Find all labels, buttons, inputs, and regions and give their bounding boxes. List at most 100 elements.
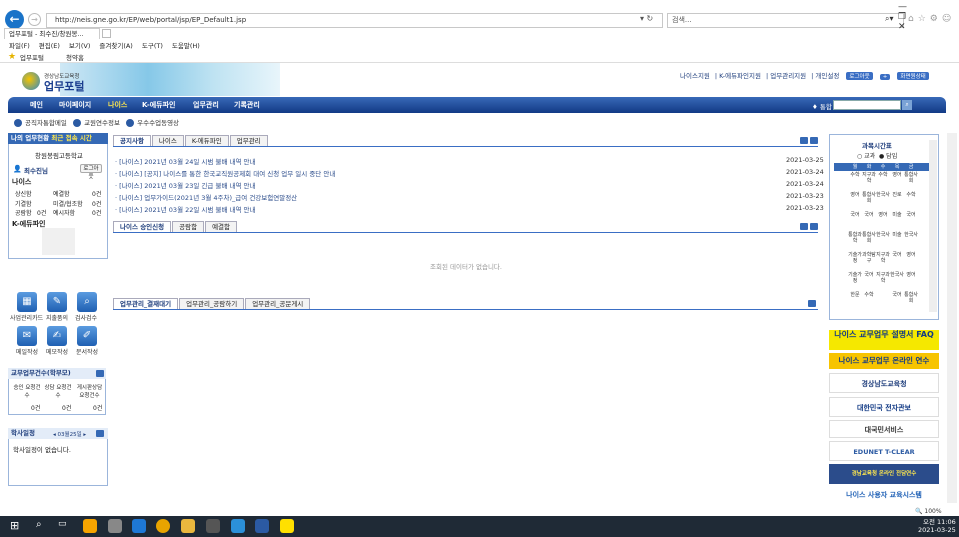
start-icon[interactable]: ⊞ xyxy=(10,519,24,533)
link-work-support[interactable]: 업무관리지원 xyxy=(770,72,806,80)
more-icon[interactable] xyxy=(808,300,816,307)
banner-gazette[interactable]: 대한민국 전자관보 xyxy=(829,397,939,417)
stat-label[interactable]: 예결함 xyxy=(53,189,70,198)
work-val[interactable]: 0건 xyxy=(31,403,40,412)
system-clock[interactable]: 오전 11:06 2021-03-25 xyxy=(918,518,956,534)
logout-small-button[interactable]: 로그아웃 xyxy=(80,164,102,180)
link-kedu-support[interactable]: K-에듀파인지원 xyxy=(719,72,761,80)
page-scrollbar[interactable] xyxy=(947,133,957,503)
tab-board-wait[interactable]: 업무관리_결재대기 xyxy=(113,298,179,309)
menu-file[interactable]: 파일(F) xyxy=(9,42,30,50)
banner-edunet[interactable]: EDUNET T-CLEAR xyxy=(829,441,939,461)
menu-edit[interactable]: 편집(E) xyxy=(39,42,60,50)
mail-write-icon[interactable]: ✉ xyxy=(17,326,37,346)
doc-write-icon[interactable]: ✐ xyxy=(77,326,97,346)
project-card-icon[interactable]: ▦ xyxy=(17,292,37,312)
logo-title[interactable]: 업무포털 xyxy=(44,78,84,94)
search-input[interactable]: 검색... xyxy=(667,13,904,28)
notice-item[interactable]: · [나이스] 2021년 03월 24일 시범 불배 내역 안내 xyxy=(115,156,255,166)
app-icon[interactable] xyxy=(108,519,122,533)
back-arrow-icon[interactable]: ← xyxy=(5,10,24,29)
menu-view[interactable]: 보기(V) xyxy=(69,42,90,50)
refresh-icon[interactable]: ▾ ↻ xyxy=(640,14,653,23)
expense-icon[interactable]: ✎ xyxy=(47,292,67,312)
more-icon[interactable] xyxy=(96,370,104,377)
stat-label[interactable]: 기결함 xyxy=(15,199,32,208)
banner-gne[interactable]: 경상남도교육청 xyxy=(829,373,939,393)
gnb-neis[interactable]: 나이스 xyxy=(108,100,127,110)
reset-layout-button[interactable]: 화면원상태 xyxy=(897,72,929,80)
home-star-gear-icons[interactable]: ⌂☆⚙☺ xyxy=(908,14,955,24)
banner-neis-training[interactable]: 나이스 교무업무 온라인 연수 xyxy=(829,353,939,369)
stat-label[interactable]: 미결/협조함 xyxy=(53,199,83,208)
menu-tools[interactable]: 도구(T) xyxy=(142,42,163,50)
tab-board-post[interactable]: 업무관리_공문게시 xyxy=(245,298,311,309)
notice-item[interactable]: · [나이스] 업무가이드(2021년 3월 4주차)_급여 건강보험연말정산 xyxy=(115,192,297,202)
gnb-work[interactable]: 업무관리 xyxy=(193,100,219,110)
gnb-main[interactable]: 메인 xyxy=(30,100,43,110)
banner-neis-edu[interactable]: 나이스 사용자 교육시스템 xyxy=(829,489,939,501)
fav-link-home[interactable]: 청약홈 xyxy=(66,52,84,62)
quick-video[interactable]: 우수수업동영상 xyxy=(137,119,179,127)
expense-label[interactable]: 지출품의 xyxy=(46,313,68,322)
banner-public-service[interactable]: 대국민서비스 xyxy=(829,420,939,438)
plus-button[interactable]: + xyxy=(879,74,891,80)
schedule-date[interactable]: ◂ 03월25일 ▸ xyxy=(53,430,86,438)
app-icon[interactable] xyxy=(83,519,97,533)
more-icon[interactable] xyxy=(810,223,818,230)
stat-label[interactable]: 공람함 xyxy=(15,208,32,217)
link-settings[interactable]: 개인설정 xyxy=(815,72,839,80)
gnb-records[interactable]: 기록관리 xyxy=(234,100,260,110)
chrome-icon[interactable] xyxy=(156,519,170,533)
logout-button[interactable]: 로그아웃 xyxy=(846,72,873,80)
inspection-icon[interactable]: ⌕ xyxy=(77,292,97,312)
tab-gongram[interactable]: 공람함 xyxy=(172,221,205,232)
work-val[interactable]: 0건 xyxy=(62,403,71,412)
tab-notice[interactable]: 공지사항 xyxy=(113,135,151,146)
tab-work[interactable]: 업무관리 xyxy=(229,135,268,146)
menu-favorites[interactable]: 즐겨찾기(A) xyxy=(99,42,132,50)
kakaotalk-icon[interactable] xyxy=(280,519,294,533)
search-icon[interactable]: ⌕▾ xyxy=(885,14,894,24)
stat-label[interactable]: 예시자함 xyxy=(53,208,75,217)
notice-item[interactable]: · [나이스] [공지] 나이스를 통한 한국교직원공제회 대여 신청 업무 일… xyxy=(115,168,335,178)
gnb-mypage[interactable]: 마이페이지 xyxy=(59,100,91,110)
timetable-scrollbar[interactable] xyxy=(929,140,937,312)
memo-write-label[interactable]: 메모작성 xyxy=(46,347,68,356)
forward-arrow-icon[interactable]: → xyxy=(28,13,41,26)
zoom-level[interactable]: 🔍 100% xyxy=(915,508,942,515)
favorites-star-icon[interactable]: ★ xyxy=(8,52,16,62)
more-icon[interactable] xyxy=(800,137,808,144)
banner-online-training[interactable]: 경남교육청 온라인 전담연수 xyxy=(829,464,939,484)
notice-item[interactable]: · [나이스] 2021년 03월 22일 시범 불배 내역 안내 xyxy=(115,204,255,214)
project-card-label[interactable]: 사업관리카드 xyxy=(10,313,43,322)
tab-neis[interactable]: 나이스 xyxy=(151,135,184,146)
more-icon[interactable] xyxy=(810,137,818,144)
tab-board-gongram[interactable]: 업무관리_공람하기 xyxy=(179,298,245,309)
mail-write-label[interactable]: 메일작성 xyxy=(16,347,38,356)
app-icon[interactable] xyxy=(231,519,245,533)
gnb-search-icon[interactable]: ⌕ xyxy=(902,100,912,110)
banner-neis-manual[interactable]: 나이스 교무업무 설명서 FAQ xyxy=(829,330,939,350)
edge-icon[interactable] xyxy=(132,519,146,533)
memo-write-icon[interactable]: ✍ xyxy=(47,326,67,346)
work-val[interactable]: 0건 xyxy=(93,403,102,412)
address-bar[interactable]: http://neis.gne.go.kr/EP/web/portal/jsp/… xyxy=(46,13,663,28)
fav-link-portal[interactable]: 업무포털 xyxy=(20,52,44,62)
stat-label[interactable]: 상신함 xyxy=(15,189,32,198)
browser-tab[interactable]: 업무포털 - 최수진/창원봉... xyxy=(4,28,100,39)
search-icon[interactable]: ⌕ xyxy=(36,519,50,533)
doc-write-label[interactable]: 문서작성 xyxy=(76,347,98,356)
inspection-label[interactable]: 검사검수 xyxy=(75,313,97,322)
notice-item[interactable]: · [나이스] 2021년 03월 23일 긴급 불배 내역 안내 xyxy=(115,180,255,190)
quick-mail[interactable]: 공직자통합메일 xyxy=(25,119,67,127)
menu-help[interactable]: 도움말(H) xyxy=(172,42,200,50)
folder-icon[interactable] xyxy=(181,519,195,533)
task-view-icon[interactable]: ▭ xyxy=(58,519,72,533)
tab-yegyeol[interactable]: 예결함 xyxy=(205,221,238,232)
quick-training[interactable]: 교원연수정보 xyxy=(84,119,120,127)
timetable-radio[interactable]: ○ 교과 ● 담임 xyxy=(857,151,897,160)
tab-kedu[interactable]: K-에듀파인 xyxy=(184,135,229,146)
more-icon[interactable] xyxy=(800,223,808,230)
app-icon[interactable] xyxy=(255,519,269,533)
